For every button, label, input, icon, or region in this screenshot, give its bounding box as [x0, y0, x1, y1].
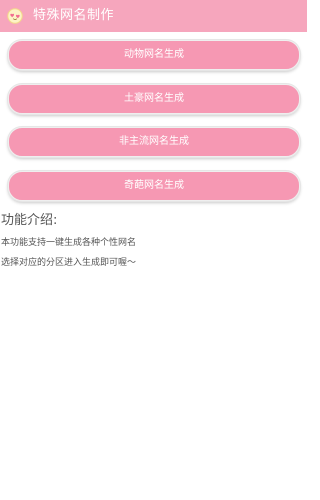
non-mainstream-name-button[interactable]: 非主流网名生成 [8, 127, 300, 157]
app-bar: 特殊网名制作 [0, 0, 307, 32]
intro-line: 选择对应的分区进入生成即可喔～ [1, 258, 137, 268]
intro-line: 本功能支持一键生成各种个性网名 [1, 238, 137, 248]
intro-title: 功能介绍: [1, 213, 58, 228]
app-title: 特殊网名制作 [33, 8, 115, 23]
rich-name-button[interactable]: 土豪网名生成 [8, 84, 300, 114]
animal-name-button[interactable]: 动物网名生成 [8, 40, 300, 70]
heart-swap-icon[interactable] [7, 8, 23, 24]
quirky-name-button[interactable]: 奇葩网名生成 [8, 171, 300, 201]
